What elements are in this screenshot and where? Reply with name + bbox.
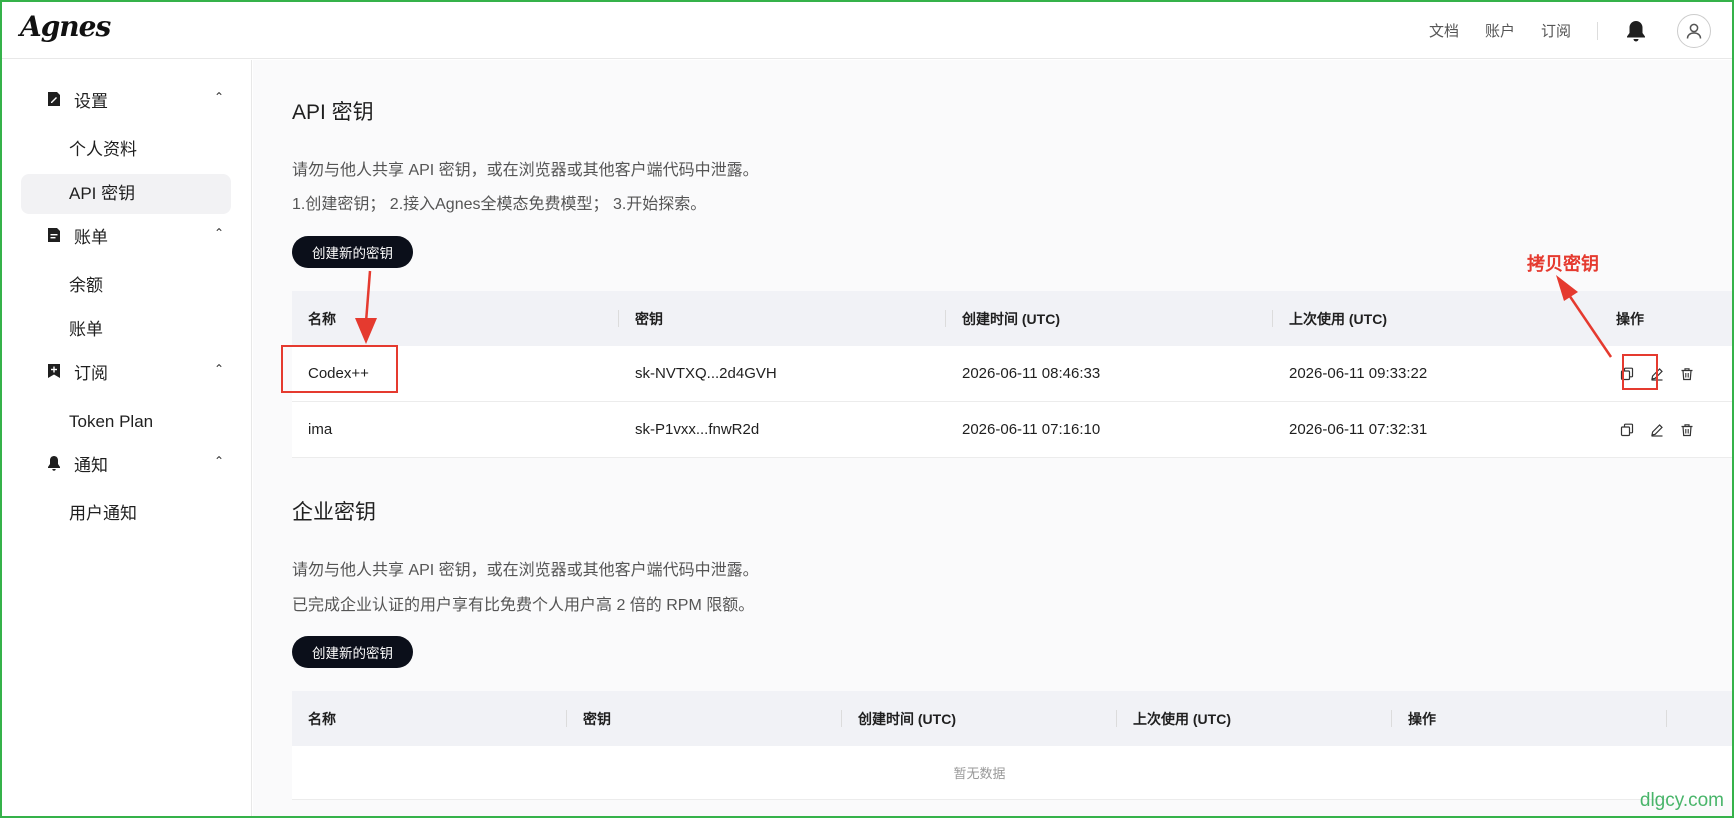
chevron-up-icon: ⌃ (213, 90, 224, 104)
chevron-up-icon: ⌃ (213, 362, 224, 376)
enterprise-keys-title: 企业密钥 (292, 501, 376, 524)
top-header: Agnes 文档 账户 订阅 (2, 2, 1732, 59)
api-keys-title: API 密钥 (292, 101, 374, 124)
table-header: 名称 密钥 创建时间 (UTC) 上次使用 (UTC) 操作 (292, 691, 1732, 746)
nav-divider (1597, 21, 1598, 40)
edit-pencil-icon[interactable] (1642, 415, 1672, 445)
copy-key-annotation-label: 拷贝密钥 (1527, 254, 1599, 274)
edit-pencil-icon[interactable] (1642, 359, 1672, 389)
column-header-key: 密钥 (567, 691, 842, 746)
key-value-cell: sk-NVTXQ...2d4GVH (635, 365, 777, 382)
bell-icon (46, 455, 62, 471)
bookmark-plus-icon (46, 363, 62, 379)
sidebar-group-label: 设置 (74, 91, 108, 111)
row-actions (1600, 359, 1732, 389)
enterprise-keys-warning: 请勿与他人共享 API 密钥，或在浏览器或其他客户端代码中泄露。 (292, 562, 759, 579)
main-content: API 密钥 请勿与他人共享 API 密钥，或在浏览器或其他客户端代码中泄露。 … (253, 60, 1732, 816)
last-used-cell: 2026-06-11 07:32:31 (1289, 421, 1428, 438)
api-keys-table: 名称 密钥 创建时间 (UTC) 上次使用 (UTC) 操作 Codex++ s… (292, 291, 1732, 458)
table-row: Codex++ sk-NVTXQ...2d4GVH 2026-06-11 08:… (292, 346, 1732, 402)
copy-icon[interactable] (1612, 359, 1642, 389)
row-actions (1600, 415, 1732, 445)
nav-account-link[interactable]: 账户 (1485, 20, 1515, 41)
create-enterprise-key-button[interactable]: 创建新的密钥 (292, 636, 413, 668)
column-header-last-used: 上次使用 (UTC) (1289, 310, 1387, 327)
watermark-text: dlgcy.com (1639, 790, 1724, 811)
create-api-key-button[interactable]: 创建新的密钥 (292, 236, 413, 268)
column-header-name: 名称 (292, 291, 619, 346)
user-icon (1677, 13, 1711, 48)
column-header-key: 密钥 (619, 291, 946, 346)
api-keys-steps: 1.创建密钥； 2.接入Agnes全模态免费模型； 3.开始探索。 (292, 196, 707, 213)
column-header-created: 创建时间 (UTC) (946, 291, 1273, 346)
sidebar-item-api-keys[interactable]: API 密钥 (21, 174, 231, 214)
nav-docs-link[interactable]: 文档 (1429, 20, 1459, 41)
billing-doc-icon (46, 227, 62, 243)
last-used-cell: 2026-06-11 09:33:22 (1289, 365, 1428, 382)
chevron-up-icon: ⌃ (213, 226, 224, 240)
agnes-logo[interactable]: Agnes (20, 10, 111, 43)
created-time-cell: 2026-06-11 07:16:10 (962, 421, 1101, 438)
column-header-created: 创建时间 (UTC) (842, 691, 1117, 746)
delete-trash-icon[interactable] (1672, 359, 1702, 389)
sidebar: 设置 ⌃ 个人资料 API 密钥 账单 ⌃ 余额 账单 订阅 ⌃ Token P… (2, 60, 252, 816)
sidebar-group-billing[interactable]: 账单 ⌃ (46, 222, 224, 248)
sidebar-group-label: 账单 (74, 227, 108, 247)
key-name-cell: Codex++ (308, 365, 369, 382)
column-header-last-used: 上次使用 (UTC) (1117, 691, 1392, 746)
settings-doc-icon (46, 91, 62, 107)
sidebar-item-profile[interactable]: 个人资料 (21, 130, 231, 170)
table-header: 名称 密钥 创建时间 (UTC) 上次使用 (UTC) 操作 (292, 291, 1732, 346)
sidebar-item-balance[interactable]: 余额 (21, 266, 231, 306)
empty-state: 暂无数据 (292, 746, 1667, 800)
sidebar-group-settings[interactable]: 设置 ⌃ (46, 86, 224, 112)
api-keys-warning: 请勿与他人共享 API 密钥，或在浏览器或其他客户端代码中泄露。 (292, 162, 759, 179)
sidebar-group-label: 通知 (74, 455, 108, 475)
nav-subscribe-link[interactable]: 订阅 (1541, 20, 1571, 41)
created-time-cell: 2026-06-11 08:46:33 (962, 365, 1101, 382)
top-nav: 文档 账户 订阅 (1403, 2, 1714, 59)
copy-icon[interactable] (1612, 415, 1642, 445)
enterprise-keys-note: 已完成企业认证的用户享有比免费个人用户高 2 倍的 RPM 限额。 (292, 597, 755, 614)
sidebar-item-token-plan[interactable]: Token Plan (21, 402, 231, 442)
column-header-name: 名称 (292, 691, 567, 746)
enterprise-keys-table: 名称 密钥 创建时间 (UTC) 上次使用 (UTC) 操作 暂无数据 (292, 691, 1732, 800)
key-value-cell: sk-P1vxx...fnwR2d (635, 421, 760, 438)
column-header-actions: 操作 (1616, 310, 1644, 327)
delete-trash-icon[interactable] (1672, 415, 1702, 445)
chevron-up-icon: ⌃ (213, 454, 224, 468)
sidebar-item-user-notifications[interactable]: 用户通知 (21, 494, 231, 534)
column-header-actions: 操作 (1392, 691, 1667, 746)
sidebar-group-subscription[interactable]: 订阅 ⌃ (46, 358, 224, 384)
table-row: ima sk-P1vxx...fnwR2d 2026-06-11 07:16:1… (292, 402, 1732, 458)
key-name-cell: ima (308, 421, 333, 438)
user-avatar-button[interactable] (1674, 11, 1714, 51)
notification-bell-icon[interactable] (1616, 11, 1656, 51)
sidebar-group-label: 订阅 (74, 363, 108, 383)
sidebar-item-bills[interactable]: 账单 (21, 310, 231, 350)
sidebar-group-notifications[interactable]: 通知 ⌃ (46, 450, 224, 476)
